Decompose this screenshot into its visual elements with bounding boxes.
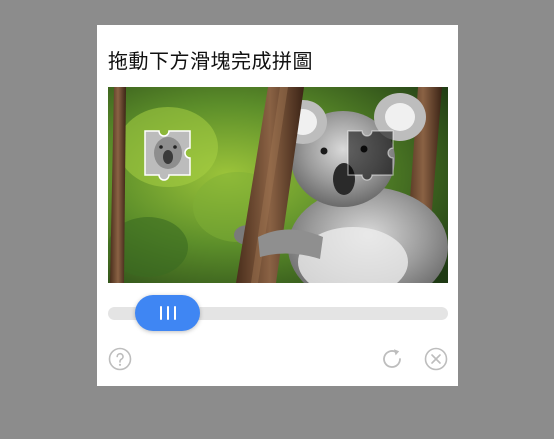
puzzle-image bbox=[108, 87, 448, 283]
grip-line bbox=[173, 306, 176, 320]
grip-line bbox=[159, 306, 162, 320]
grip-line bbox=[166, 306, 169, 320]
close-circle-icon[interactable] bbox=[424, 347, 448, 371]
koala-photo bbox=[108, 87, 448, 283]
help-circle-icon[interactable] bbox=[108, 347, 132, 371]
puzzle-gap bbox=[347, 130, 394, 181]
captcha-dialog: 拖動下方滑塊完成拼圖 bbox=[97, 25, 458, 386]
slider-handle[interactable] bbox=[135, 295, 200, 331]
refresh-icon[interactable] bbox=[380, 347, 404, 371]
puzzle-piece[interactable] bbox=[144, 130, 191, 181]
captcha-title: 拖動下方滑塊完成拼圖 bbox=[108, 49, 313, 73]
